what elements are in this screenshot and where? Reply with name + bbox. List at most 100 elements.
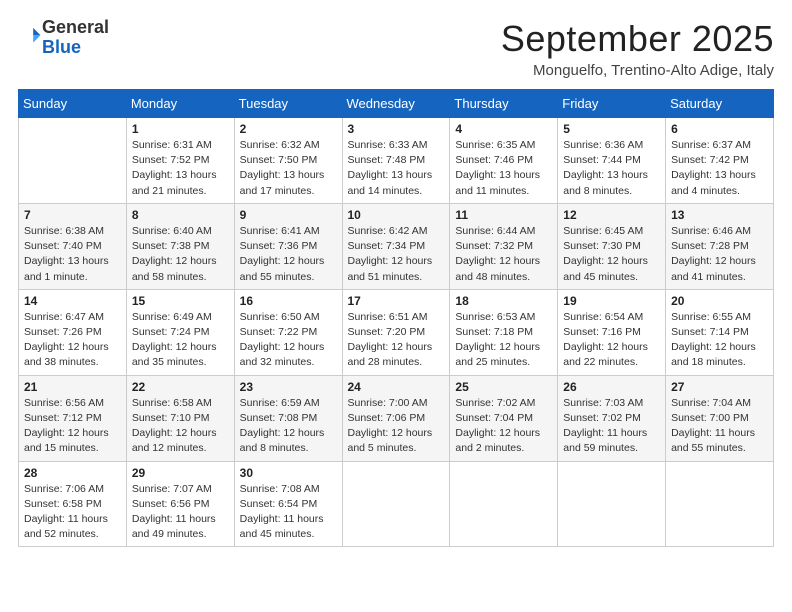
day-number: 30 (240, 466, 337, 480)
day-info: Sunrise: 7:02 AMSunset: 7:04 PMDaylight:… (455, 396, 552, 457)
day-info: Sunrise: 7:07 AMSunset: 6:56 PMDaylight:… (132, 482, 229, 543)
day-number: 5 (563, 122, 660, 136)
day-info: Sunrise: 6:58 AMSunset: 7:10 PMDaylight:… (132, 396, 229, 457)
day-info: Sunrise: 6:41 AMSunset: 7:36 PMDaylight:… (240, 224, 337, 285)
table-row: 16 Sunrise: 6:50 AMSunset: 7:22 PMDayligh… (234, 289, 342, 375)
table-row (558, 461, 666, 547)
day-number: 15 (132, 294, 229, 308)
table-row: 13 Sunrise: 6:46 AMSunset: 7:28 PMDayligh… (666, 203, 774, 289)
day-info: Sunrise: 6:49 AMSunset: 7:24 PMDaylight:… (132, 310, 229, 371)
day-info: Sunrise: 6:42 AMSunset: 7:34 PMDaylight:… (348, 224, 445, 285)
col-sunday: Sunday (19, 90, 127, 118)
day-number: 7 (24, 208, 121, 222)
day-info: Sunrise: 6:33 AMSunset: 7:48 PMDaylight:… (348, 138, 445, 199)
day-number: 4 (455, 122, 552, 136)
calendar-week-row: 7 Sunrise: 6:38 AMSunset: 7:40 PMDaylight… (19, 203, 774, 289)
table-row: 26 Sunrise: 7:03 AMSunset: 7:02 PMDayligh… (558, 375, 666, 461)
day-number: 22 (132, 380, 229, 394)
day-info: Sunrise: 7:06 AMSunset: 6:58 PMDaylight:… (24, 482, 121, 543)
day-info: Sunrise: 6:45 AMSunset: 7:30 PMDaylight:… (563, 224, 660, 285)
table-row (19, 118, 127, 204)
table-row: 10 Sunrise: 6:42 AMSunset: 7:34 PMDayligh… (342, 203, 450, 289)
location-title: Monguelfo, Trentino-Alto Adige, Italy (501, 62, 774, 79)
day-number: 21 (24, 380, 121, 394)
day-number: 11 (455, 208, 552, 222)
table-row: 8Sunrise: 6:40 AMSunset: 7:38 PMDaylight… (126, 203, 234, 289)
calendar-week-row: 1 Sunrise: 6:31 AMSunset: 7:52 PMDaylight… (19, 118, 774, 204)
day-number: 6 (671, 122, 768, 136)
logo: General Blue (18, 18, 109, 58)
day-number: 17 (348, 294, 445, 308)
calendar-header-row: Sunday Monday Tuesday Wednesday Thursday… (19, 90, 774, 118)
day-number: 14 (24, 294, 121, 308)
table-row: 29 Sunrise: 7:07 AMSunset: 6:56 PMDayligh… (126, 461, 234, 547)
day-number: 29 (132, 466, 229, 480)
day-number: 2 (240, 122, 337, 136)
table-row: 3 Sunrise: 6:33 AMSunset: 7:48 PMDaylight… (342, 118, 450, 204)
day-number: 26 (563, 380, 660, 394)
table-row: 7 Sunrise: 6:38 AMSunset: 7:40 PMDaylight… (19, 203, 127, 289)
day-info: Sunrise: 7:03 AMSunset: 7:02 PMDaylight:… (563, 396, 660, 457)
day-number: 1 (132, 122, 229, 136)
col-thursday: Thursday (450, 90, 558, 118)
day-info: Sunrise: 6:54 AMSunset: 7:16 PMDaylight:… (563, 310, 660, 371)
col-friday: Friday (558, 90, 666, 118)
table-row: 17 Sunrise: 6:51 AMSunset: 7:20 PMDayligh… (342, 289, 450, 375)
day-info: Sunrise: 6:37 AMSunset: 7:42 PMDaylight:… (671, 138, 768, 199)
col-monday: Monday (126, 90, 234, 118)
day-info: Sunrise: 6:31 AMSunset: 7:52 PMDaylight:… (132, 138, 229, 199)
day-number: 18 (455, 294, 552, 308)
day-number: 24 (348, 380, 445, 394)
table-row: 1 Sunrise: 6:31 AMSunset: 7:52 PMDaylight… (126, 118, 234, 204)
logo-general-text: General (42, 17, 109, 37)
day-info: Sunrise: 6:55 AMSunset: 7:14 PMDaylight:… (671, 310, 768, 371)
table-row (666, 461, 774, 547)
table-row: 15 Sunrise: 6:49 AMSunset: 7:24 PMDayligh… (126, 289, 234, 375)
day-info: Sunrise: 7:00 AMSunset: 7:06 PMDaylight:… (348, 396, 445, 457)
day-info: Sunrise: 6:50 AMSunset: 7:22 PMDaylight:… (240, 310, 337, 371)
day-info: Sunrise: 6:59 AMSunset: 7:08 PMDaylight:… (240, 396, 337, 457)
table-row: 23 Sunrise: 6:59 AMSunset: 7:08 PMDayligh… (234, 375, 342, 461)
day-number: 25 (455, 380, 552, 394)
day-info: Sunrise: 6:47 AMSunset: 7:26 PMDaylight:… (24, 310, 121, 371)
logo-blue-text: Blue (42, 37, 81, 57)
day-number: 13 (671, 208, 768, 222)
day-info: Sunrise: 6:40 AMSunset: 7:38 PMDaylight:… (132, 224, 229, 285)
table-row (342, 461, 450, 547)
day-info: Sunrise: 6:56 AMSunset: 7:12 PMDaylight:… (24, 396, 121, 457)
day-number: 3 (348, 122, 445, 136)
col-wednesday: Wednesday (342, 90, 450, 118)
day-number: 16 (240, 294, 337, 308)
table-row (450, 461, 558, 547)
day-number: 10 (348, 208, 445, 222)
table-row: 5 Sunrise: 6:36 AMSunset: 7:44 PMDaylight… (558, 118, 666, 204)
day-number: 23 (240, 380, 337, 394)
day-number: 27 (671, 380, 768, 394)
day-info: Sunrise: 6:46 AMSunset: 7:28 PMDaylight:… (671, 224, 768, 285)
day-info: Sunrise: 6:44 AMSunset: 7:32 PMDaylight:… (455, 224, 552, 285)
page-header: General Blue September 2025 Monguelfo, T… (18, 18, 774, 79)
day-info: Sunrise: 7:08 AMSunset: 6:54 PMDaylight:… (240, 482, 337, 543)
table-row: 21 Sunrise: 6:56 AMSunset: 7:12 PMDayligh… (19, 375, 127, 461)
day-info: Sunrise: 6:53 AMSunset: 7:18 PMDaylight:… (455, 310, 552, 371)
col-tuesday: Tuesday (234, 90, 342, 118)
table-row: 27Sunrise: 7:04 AMSunset: 7:00 PMDayligh… (666, 375, 774, 461)
day-number: 12 (563, 208, 660, 222)
day-info: Sunrise: 6:38 AMSunset: 7:40 PMDaylight:… (24, 224, 121, 285)
day-info: Sunrise: 6:36 AMSunset: 7:44 PMDaylight:… (563, 138, 660, 199)
table-row: 28 Sunrise: 7:06 AMSunset: 6:58 PMDayligh… (19, 461, 127, 547)
logo-icon (20, 25, 42, 47)
day-number: 9 (240, 208, 337, 222)
calendar-week-row: 28 Sunrise: 7:06 AMSunset: 6:58 PMDayligh… (19, 461, 774, 547)
table-row: 25 Sunrise: 7:02 AMSunset: 7:04 PMDayligh… (450, 375, 558, 461)
day-info: Sunrise: 6:32 AMSunset: 7:50 PMDaylight:… (240, 138, 337, 199)
table-row: 4Sunrise: 6:35 AMSunset: 7:46 PMDaylight… (450, 118, 558, 204)
calendar-table: Sunday Monday Tuesday Wednesday Thursday… (18, 89, 774, 547)
day-info: Sunrise: 6:51 AMSunset: 7:20 PMDaylight:… (348, 310, 445, 371)
table-row: 14 Sunrise: 6:47 AMSunset: 7:26 PMDayligh… (19, 289, 127, 375)
table-row: 19Sunrise: 6:54 AMSunset: 7:16 PMDayligh… (558, 289, 666, 375)
col-saturday: Saturday (666, 90, 774, 118)
table-row: 22 Sunrise: 6:58 AMSunset: 7:10 PMDayligh… (126, 375, 234, 461)
table-row: 11 Sunrise: 6:44 AMSunset: 7:32 PMDayligh… (450, 203, 558, 289)
day-number: 28 (24, 466, 121, 480)
